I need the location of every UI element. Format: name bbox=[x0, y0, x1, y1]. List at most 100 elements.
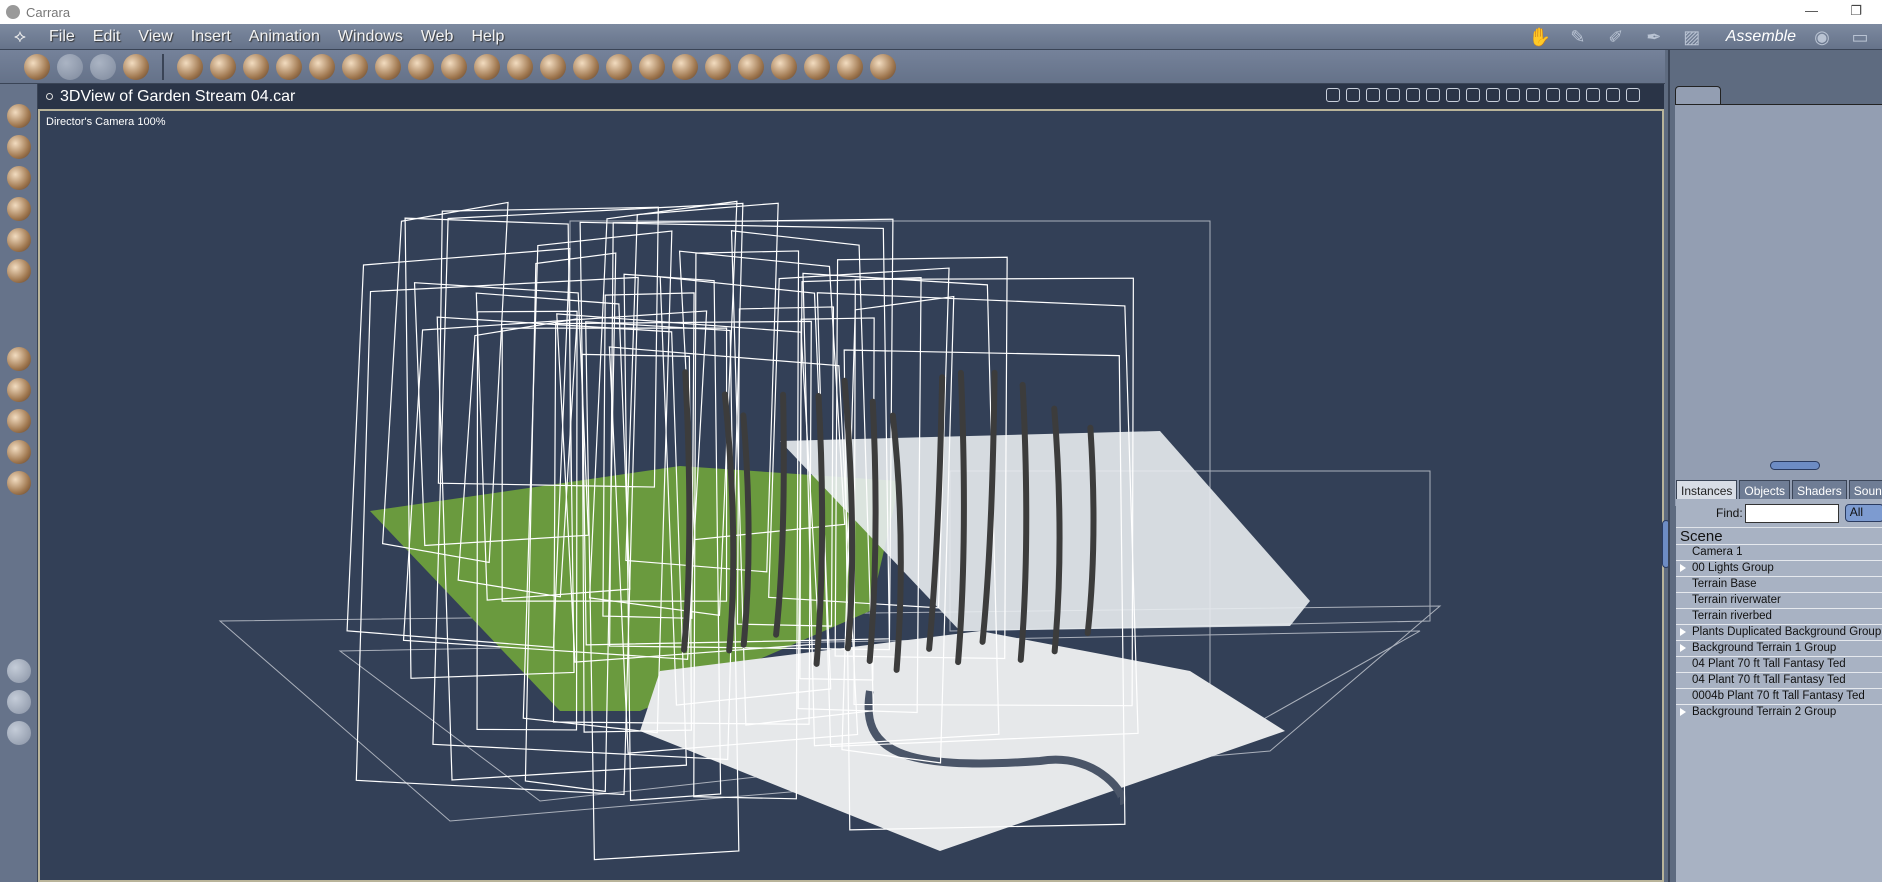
orbit-icon[interactable] bbox=[6, 409, 31, 433]
scene-list-item[interactable]: Camera 1 bbox=[1676, 544, 1882, 560]
view-option-icon[interactable] bbox=[1546, 88, 1560, 102]
toolbar-tool-icon[interactable] bbox=[123, 53, 149, 80]
menu-windows[interactable]: Windows bbox=[338, 28, 403, 46]
scene-list-item[interactable]: 0004b Plant 70 ft Tall Fantasy Ted bbox=[1676, 688, 1882, 704]
menu-animation[interactable]: Animation bbox=[249, 28, 320, 46]
toolbar-tool-icon[interactable] bbox=[276, 53, 302, 80]
menu-insert[interactable]: Insert bbox=[191, 28, 231, 46]
panel-splitter[interactable] bbox=[1770, 461, 1820, 470]
menu-file[interactable]: File bbox=[49, 28, 75, 46]
camera-icon[interactable] bbox=[6, 659, 31, 683]
toolbar-tool-icon[interactable] bbox=[210, 53, 236, 80]
scene-item-label: Plants Duplicated Background Group bbox=[1692, 626, 1882, 638]
view-option-icon[interactable] bbox=[1606, 88, 1620, 102]
expand-triangle-icon[interactable] bbox=[1680, 708, 1686, 716]
toolbar-tool-icon[interactable] bbox=[639, 53, 665, 80]
toolbar-tool-icon[interactable] bbox=[507, 53, 533, 80]
toolbar-tool-icon[interactable] bbox=[57, 53, 83, 80]
assemble-hand-icon[interactable]: ✋ bbox=[1528, 28, 1552, 46]
view-menu-icon[interactable] bbox=[46, 93, 53, 100]
scene-header[interactable]: Scene bbox=[1676, 527, 1882, 545]
scene-list-item[interactable]: Terrain riverwater bbox=[1676, 592, 1882, 608]
minimize-button[interactable]: — bbox=[1805, 3, 1818, 18]
find-input[interactable] bbox=[1744, 503, 1839, 523]
toolbar-tool-icon[interactable] bbox=[441, 53, 467, 80]
toolbar-tool-icon[interactable] bbox=[870, 53, 896, 80]
3d-viewport[interactable]: Director's Camera 100% bbox=[38, 109, 1664, 882]
scene-list-item[interactable]: 04 Plant 70 ft Tall Fantasy Ted bbox=[1676, 672, 1882, 688]
select-arrow-icon[interactable] bbox=[6, 104, 31, 128]
menu-web[interactable]: Web bbox=[421, 28, 454, 46]
view-option-icon[interactable] bbox=[1426, 88, 1440, 102]
model-icon[interactable]: ✎ bbox=[1566, 28, 1590, 46]
toolbar-tool-icon[interactable] bbox=[573, 53, 599, 80]
tab-instances[interactable]: Instances bbox=[1676, 480, 1738, 501]
toolbar-tool-icon[interactable] bbox=[705, 53, 731, 80]
scene-list-item[interactable]: Terrain Base bbox=[1676, 576, 1882, 592]
toolbar-tool-icon[interactable] bbox=[24, 53, 50, 80]
toolbar-tool-icon[interactable] bbox=[342, 53, 368, 80]
view-option-icon[interactable] bbox=[1506, 88, 1520, 102]
view-option-icon[interactable] bbox=[1466, 88, 1480, 102]
view-option-icon[interactable] bbox=[1326, 88, 1340, 102]
tab-sounds[interactable]: Sounds bbox=[1848, 480, 1882, 501]
scene-list-item[interactable]: Background Terrain 2 Group bbox=[1676, 704, 1882, 720]
expand-triangle-icon[interactable] bbox=[1680, 644, 1686, 652]
hand-icon[interactable] bbox=[6, 690, 31, 714]
scene-list-item[interactable]: Plants Duplicated Background Group bbox=[1676, 624, 1882, 640]
menu-edit[interactable]: Edit bbox=[93, 28, 121, 46]
track-icon[interactable] bbox=[6, 440, 31, 464]
bind-icon[interactable] bbox=[6, 259, 31, 283]
toolbar-tool-icon[interactable] bbox=[672, 53, 698, 80]
scene-list-item[interactable]: Background Terrain 1 Group bbox=[1676, 640, 1882, 656]
toolbar-tool-icon[interactable] bbox=[474, 53, 500, 80]
properties-tab[interactable] bbox=[1675, 86, 1721, 106]
zoom-icon[interactable] bbox=[6, 721, 31, 745]
pan-icon[interactable] bbox=[6, 378, 31, 402]
toolbar-tool-icon[interactable] bbox=[606, 53, 632, 80]
toolbar-tool-icon[interactable] bbox=[177, 53, 203, 80]
shaders-icon[interactable] bbox=[6, 471, 31, 495]
dolly-icon[interactable] bbox=[6, 347, 31, 371]
toolbar-tool-icon[interactable] bbox=[837, 53, 863, 80]
menu-help[interactable]: Help bbox=[471, 28, 504, 46]
expand-triangle-icon[interactable] bbox=[1680, 564, 1686, 572]
scene-list-item[interactable]: Terrain riverbed bbox=[1676, 608, 1882, 624]
view-option-icon[interactable] bbox=[1446, 88, 1460, 102]
filter-dropdown[interactable]: All bbox=[1844, 504, 1882, 522]
scale-icon[interactable] bbox=[6, 197, 31, 221]
rotate-icon[interactable] bbox=[6, 166, 31, 190]
toolbar-tool-icon[interactable] bbox=[375, 53, 401, 80]
scene-list-item[interactable]: 04 Plant 70 ft Tall Fantasy Ted bbox=[1676, 656, 1882, 672]
storyboard-icon[interactable]: ✐ bbox=[1604, 28, 1628, 46]
toolbar-tool-icon[interactable] bbox=[243, 53, 269, 80]
view-option-icon[interactable] bbox=[1566, 88, 1580, 102]
pencil-icon[interactable] bbox=[6, 228, 31, 252]
view-option-icon[interactable] bbox=[1626, 88, 1640, 102]
view-option-icon[interactable] bbox=[1386, 88, 1400, 102]
toolbar-tool-icon[interactable] bbox=[408, 53, 434, 80]
view-option-icon[interactable] bbox=[1366, 88, 1380, 102]
view-option-icon[interactable] bbox=[1486, 88, 1500, 102]
view-option-icon[interactable] bbox=[1346, 88, 1360, 102]
eye-icon[interactable]: ◉ bbox=[1810, 28, 1834, 46]
tab-objects[interactable]: Objects bbox=[1739, 480, 1791, 501]
toolbar-tool-icon[interactable] bbox=[90, 53, 116, 80]
texture-icon[interactable]: ✒ bbox=[1642, 28, 1666, 46]
menu-view[interactable]: View bbox=[138, 28, 172, 46]
view-option-icon[interactable] bbox=[1526, 88, 1540, 102]
toolbar-tool-icon[interactable] bbox=[540, 53, 566, 80]
render-icon[interactable]: ▨ bbox=[1680, 28, 1704, 46]
view-option-icon[interactable] bbox=[1586, 88, 1600, 102]
window-icon[interactable]: ▭ bbox=[1848, 28, 1872, 46]
view-option-icon[interactable] bbox=[1406, 88, 1420, 102]
restore-button[interactable]: ❐ bbox=[1850, 3, 1862, 19]
scene-list-item[interactable]: 00 Lights Group bbox=[1676, 560, 1882, 576]
tab-shaders[interactable]: Shaders bbox=[1792, 480, 1847, 501]
expand-triangle-icon[interactable] bbox=[1680, 628, 1686, 636]
toolbar-tool-icon[interactable] bbox=[771, 53, 797, 80]
toolbar-tool-icon[interactable] bbox=[309, 53, 335, 80]
toolbar-tool-icon[interactable] bbox=[738, 53, 764, 80]
toolbar-tool-icon[interactable] bbox=[804, 53, 830, 80]
move-icon[interactable] bbox=[6, 135, 31, 159]
